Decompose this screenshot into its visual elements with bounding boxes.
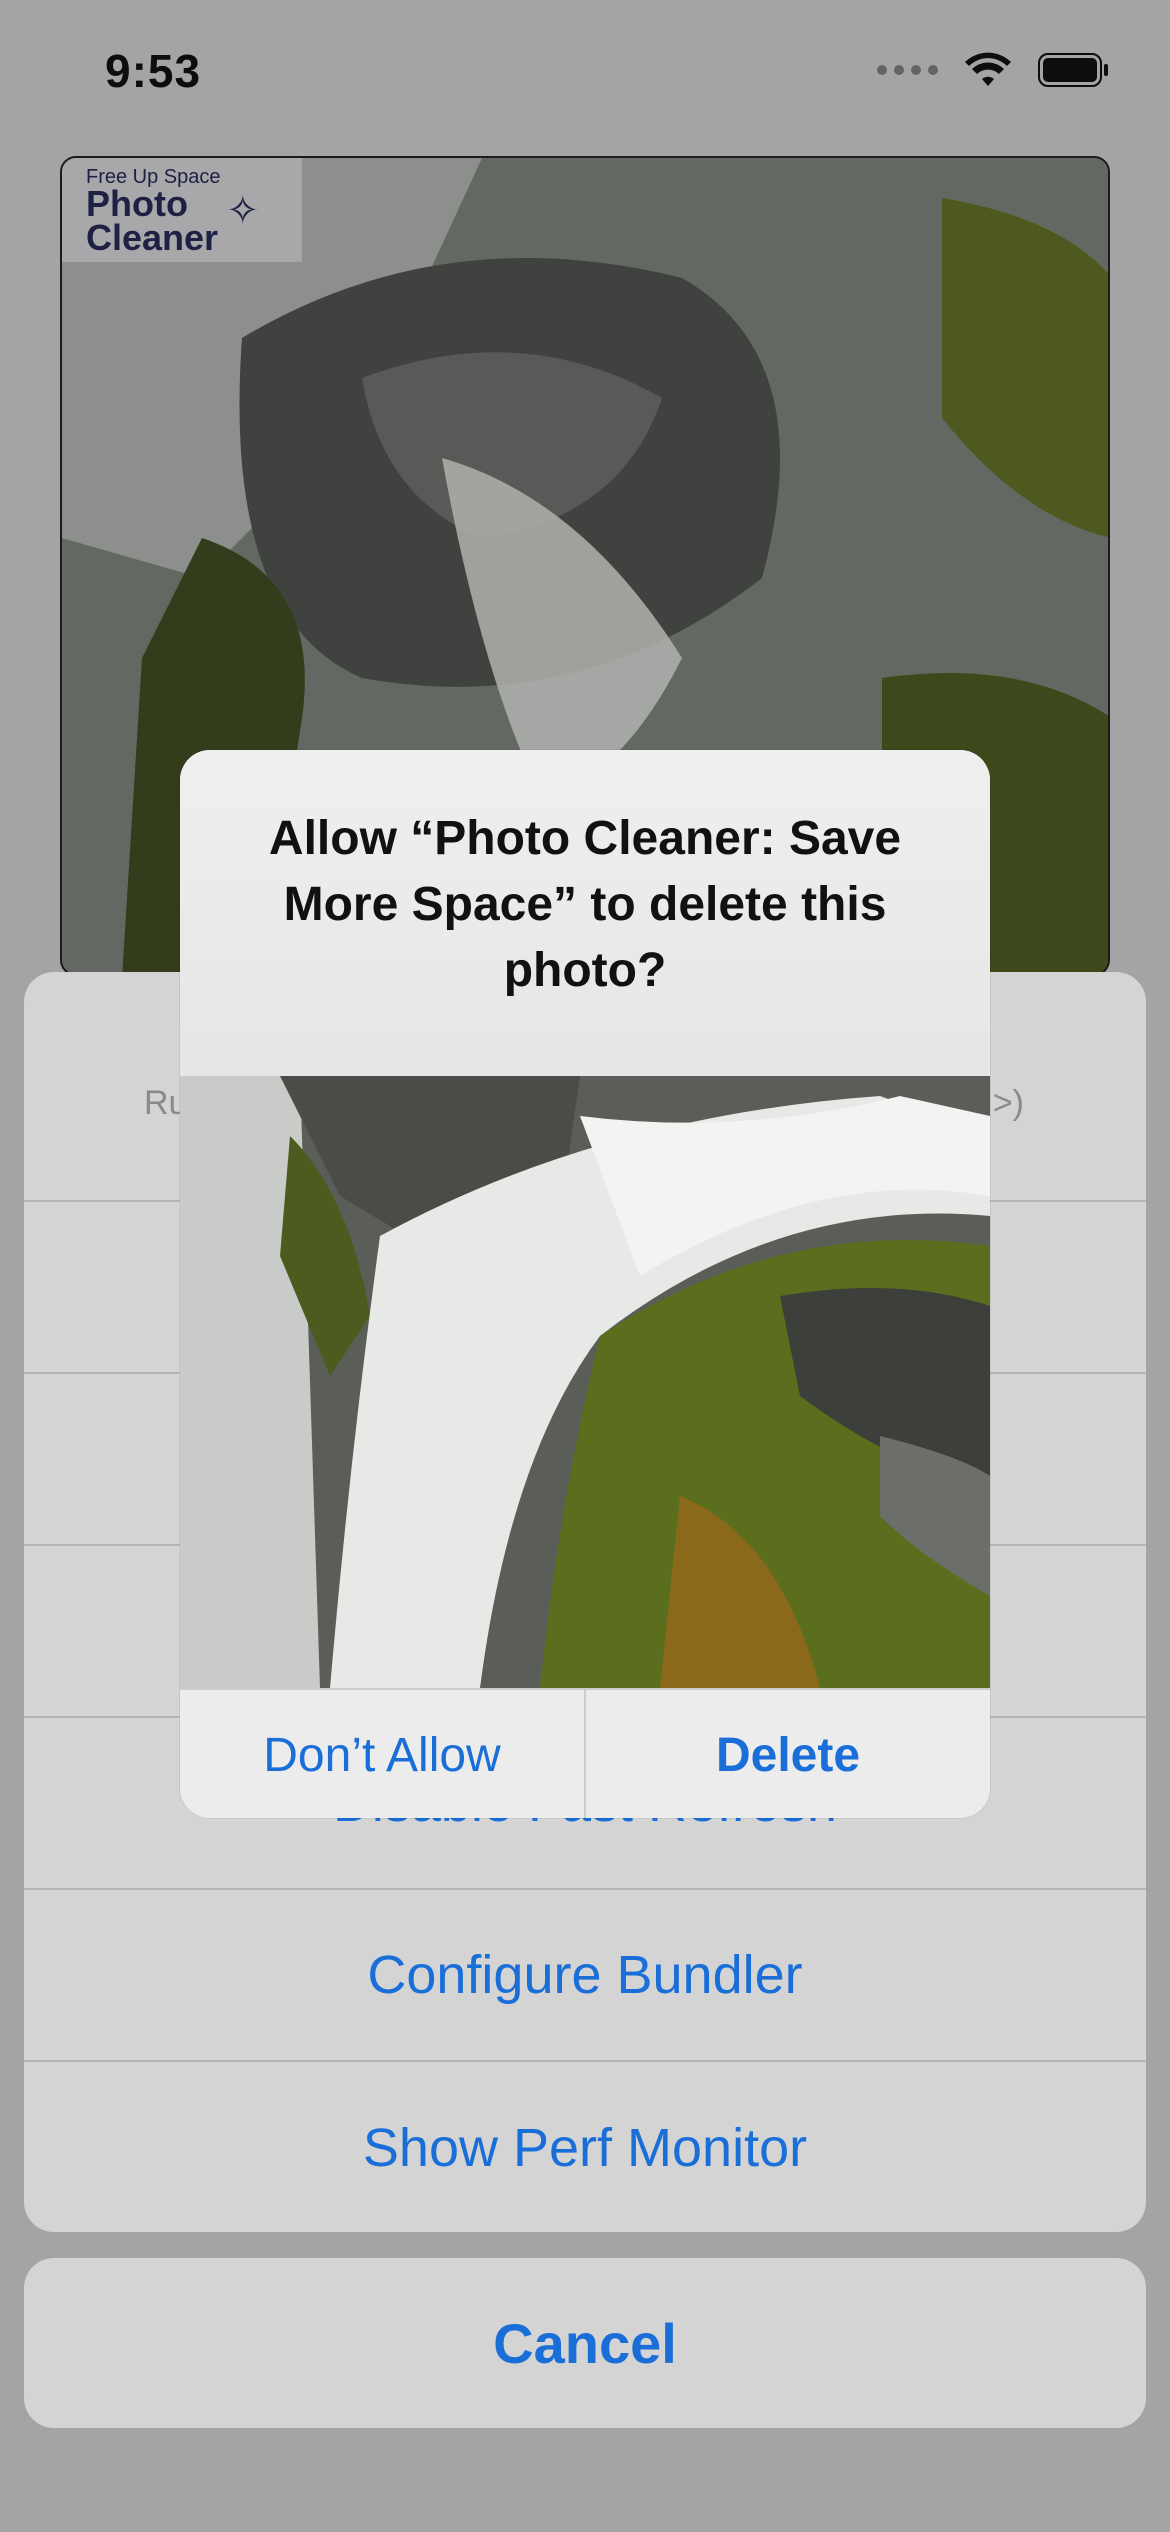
delete-permission-alert: Allow “Photo Cleaner: Save More Space” t… bbox=[180, 750, 990, 1818]
configure-bundler-button[interactable]: Configure Bundler bbox=[24, 1890, 1146, 2062]
delete-button[interactable]: Delete bbox=[584, 1690, 990, 1818]
waterfall-thumbnail bbox=[180, 1076, 990, 1688]
alert-buttons: Don’t Allow Delete bbox=[180, 1688, 990, 1818]
show-perf-monitor-button[interactable]: Show Perf Monitor bbox=[24, 2062, 1146, 2232]
dont-allow-button[interactable]: Don’t Allow bbox=[180, 1690, 584, 1818]
alert-title: Allow “Photo Cleaner: Save More Space” t… bbox=[180, 750, 990, 1076]
alert-photo-thumbnail bbox=[180, 1076, 990, 1688]
cancel-button[interactable]: Cancel bbox=[24, 2258, 1146, 2428]
message-right-text: >) bbox=[992, 1084, 1024, 1122]
